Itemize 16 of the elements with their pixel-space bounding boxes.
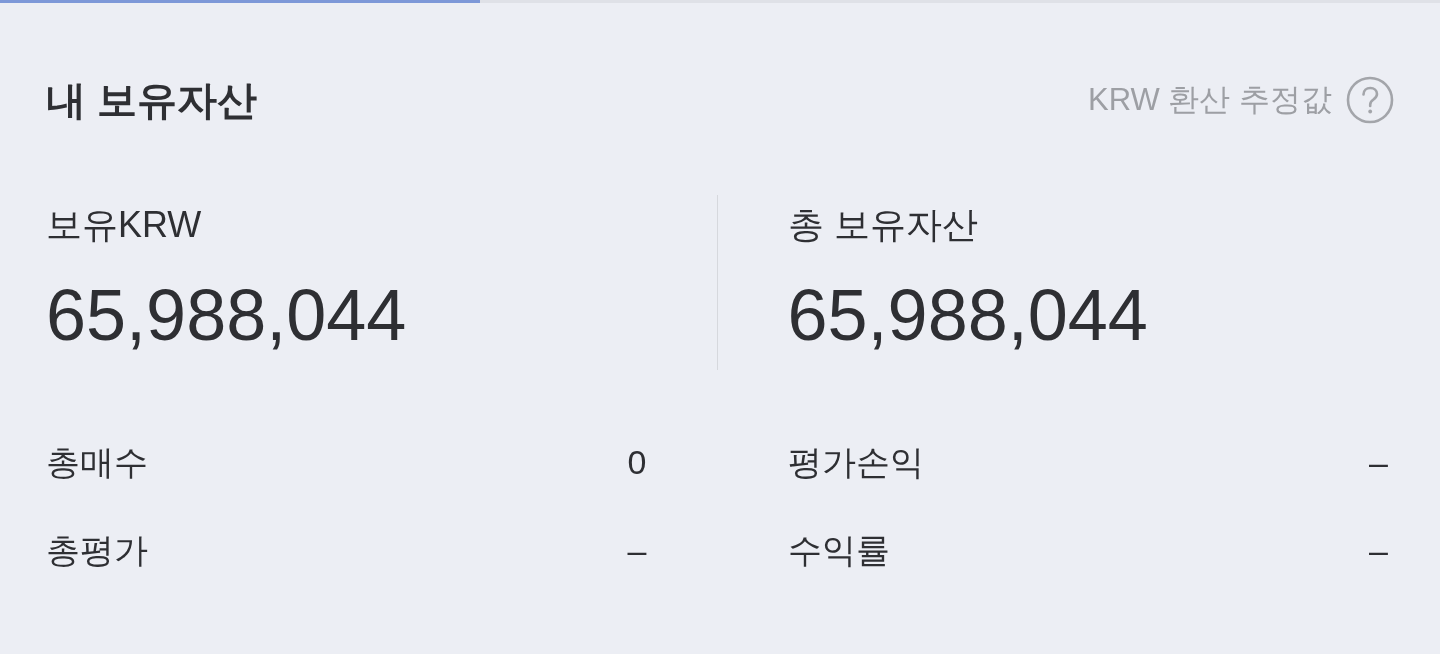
help-icon[interactable] (1346, 76, 1394, 124)
stat-value: – (1369, 442, 1388, 483)
stat-label: 총매수 (46, 442, 148, 483)
tab-underline[interactable] (0, 0, 480, 3)
stat-label: 수익률 (787, 530, 890, 571)
stat-value: 0 (627, 442, 647, 483)
balance-label: 보유KRW (46, 203, 203, 247)
balance-label: 총 보유자산 (787, 203, 979, 247)
stat-value: – (627, 530, 647, 571)
conversion-note: KRW 환산 추정값 (1088, 81, 1332, 119)
balance-amount: 65,988,044 (46, 274, 408, 357)
stat-label: 총평가 (46, 530, 148, 571)
section-title: 내 보유자산 (46, 77, 258, 124)
balance-amount: 65,988,044 (787, 274, 1149, 357)
stat-value: – (1369, 530, 1388, 571)
stat-label: 평가손익 (787, 442, 924, 483)
